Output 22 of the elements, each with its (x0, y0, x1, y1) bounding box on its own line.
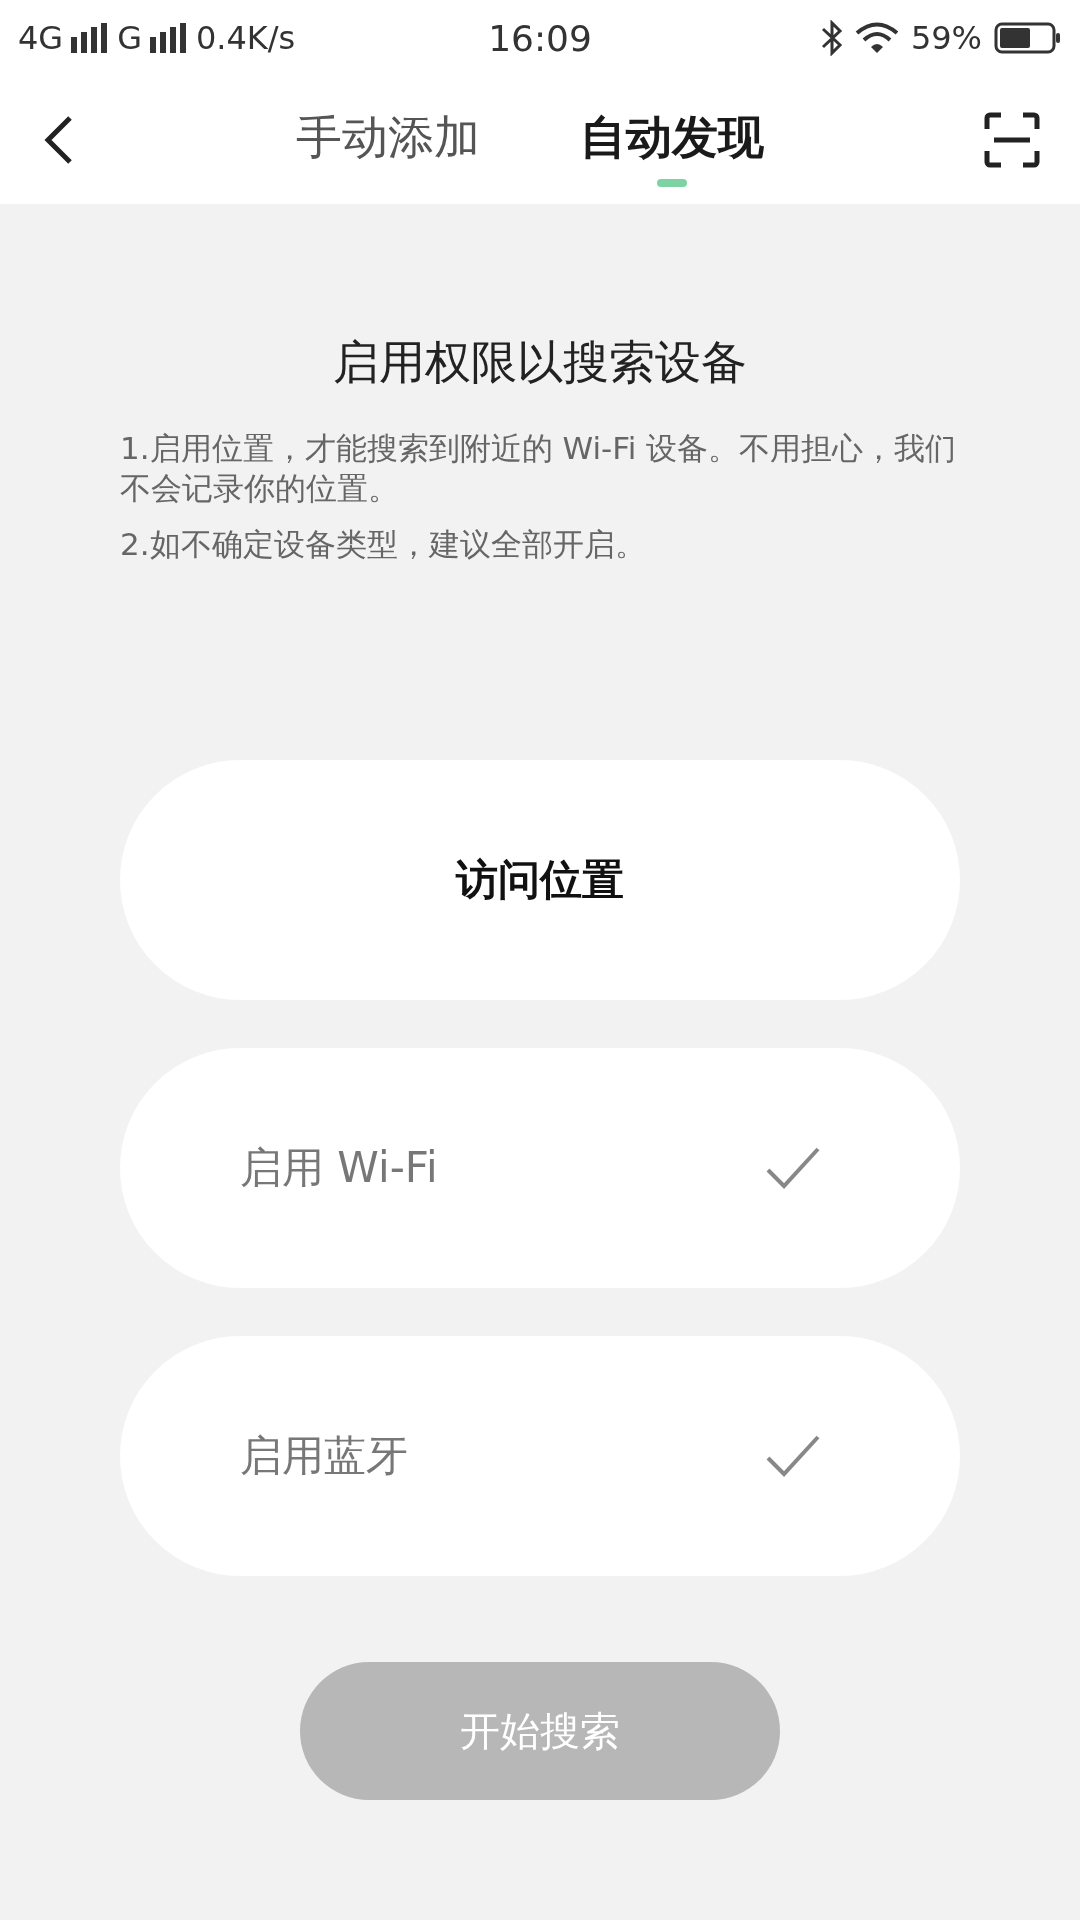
speed-text: 0.4K/s (195, 19, 296, 57)
signal-icon (149, 23, 188, 53)
check-icon (766, 1146, 820, 1190)
scan-icon[interactable] (984, 112, 1040, 168)
permission-button[interactable]: 启用蓝牙 (120, 1336, 960, 1576)
instruction-text: 1.启用位置，才能搜索到附近的 Wi-Fi 设备。不用担心，我们不会记录你的位置。 (120, 429, 958, 508)
network-label: 4G (18, 19, 64, 57)
signal-icon (71, 23, 110, 53)
bluetooth-icon (820, 20, 843, 56)
permission-button[interactable]: 启用 Wi-Fi (120, 1048, 960, 1288)
tab-indicator (657, 179, 687, 187)
instruction-text: 2.如不确定设备类型，建议全部开启。 (120, 525, 647, 564)
battery-icon (994, 22, 1062, 54)
wifi-icon (854, 22, 899, 54)
tab[interactable]: 自动发现 (580, 93, 764, 187)
time-text: 16:09 (488, 17, 592, 59)
network-label: G (117, 19, 142, 57)
battery-percent: 59% (910, 19, 982, 57)
check-icon (766, 1434, 820, 1478)
page-title: 启用权限以搜索设备 (333, 334, 747, 391)
permission-button[interactable]: 访问位置 (120, 760, 960, 1000)
tab[interactable]: 手动添加 (296, 93, 480, 187)
